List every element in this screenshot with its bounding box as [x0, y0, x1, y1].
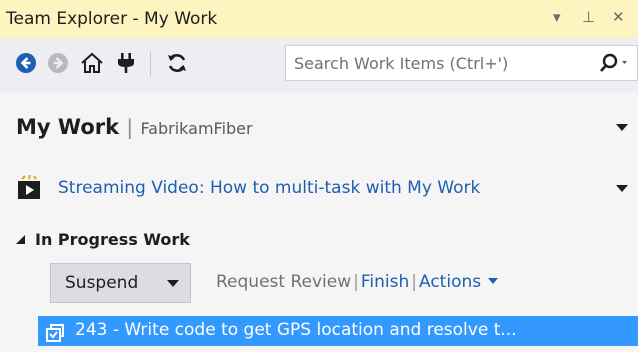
search-button[interactable] [598, 52, 632, 78]
back-button[interactable] [14, 51, 38, 75]
streaming-video-link[interactable]: Streaming Video: How to multi-task with … [58, 178, 480, 198]
page-title-text: My Work [16, 115, 120, 139]
connect-button[interactable] [114, 51, 138, 75]
pin-button[interactable]: ⊥ [582, 8, 595, 26]
task-icon [44, 321, 68, 346]
close-button[interactable]: ✕ [612, 8, 625, 26]
actions-chevron-down-icon [488, 278, 499, 284]
finish-link[interactable]: Finish [361, 272, 409, 292]
refresh-button[interactable] [165, 51, 189, 75]
action-links: Request Review | Finish | Actions [216, 272, 499, 292]
page-dropdown-chevron-icon[interactable] [616, 124, 628, 131]
project-name: FabrikamFiber [140, 119, 253, 138]
work-item-title: 243 - Write code to get GPS location and… [75, 320, 517, 340]
suspend-button[interactable]: Suspend [50, 263, 191, 303]
search-box [285, 45, 638, 81]
link-separator: | [411, 272, 417, 292]
link-separator: | [353, 272, 359, 292]
in-progress-section-header[interactable]: In Progress Work [16, 230, 190, 249]
video-row: Streaming Video: How to multi-task with … [16, 174, 636, 205]
search-input[interactable] [286, 46, 602, 80]
connect-icon [118, 53, 134, 73]
toolbar-separator [150, 52, 151, 76]
video-dropdown-chevron-icon[interactable] [616, 185, 628, 192]
refresh-icon [168, 54, 186, 72]
title-separator: | [126, 115, 134, 139]
search-icon [600, 53, 627, 72]
toolbar [0, 38, 638, 92]
home-button[interactable] [80, 51, 104, 75]
request-review-link[interactable]: Request Review [216, 272, 351, 292]
forward-icon [48, 53, 68, 73]
suspend-dropdown-chevron-icon [167, 280, 179, 287]
title-bar: Team Explorer - My Work ▾ ⊥ ✕ [0, 0, 638, 38]
section-title: In Progress Work [35, 230, 190, 249]
expander-icon [16, 235, 25, 244]
actions-link[interactable]: Actions [419, 272, 481, 292]
suspend-label: Suspend [65, 273, 139, 293]
window-title: Team Explorer - My Work [6, 9, 218, 29]
forward-button[interactable] [46, 51, 70, 75]
page-title: My Work | FabrikamFiber [16, 115, 253, 139]
back-icon [16, 53, 36, 73]
home-icon [81, 52, 103, 73]
window-dropdown-button[interactable]: ▾ [553, 8, 561, 26]
work-item-row[interactable]: 243 - Write code to get GPS location and… [38, 316, 638, 346]
video-icon [16, 174, 44, 205]
